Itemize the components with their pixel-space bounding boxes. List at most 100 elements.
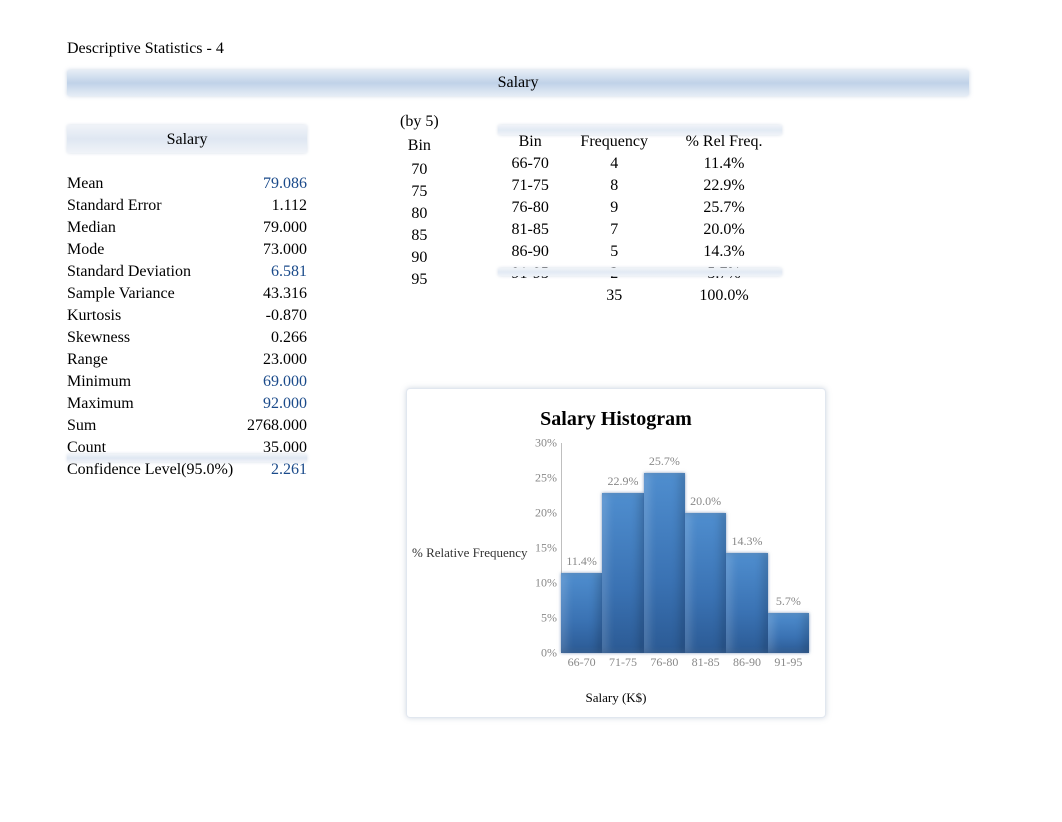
stats-label: Mean <box>67 173 243 195</box>
bin-list: (by 5) Bin 707580859095 <box>400 113 439 291</box>
histogram-bar <box>726 553 767 653</box>
stats-value: 23.000 <box>243 349 307 371</box>
stats-value: 1.112 <box>243 195 307 217</box>
section-header-salary: Salary <box>67 70 969 96</box>
x-tick-label: 86-90 <box>733 655 761 670</box>
bar-value-label: 25.7% <box>649 454 680 469</box>
histogram-bar <box>561 573 602 653</box>
stats-row: Sample Variance43.316 <box>67 283 307 305</box>
stats-value: 2768.000 <box>243 415 307 437</box>
histogram-bar <box>644 473 685 653</box>
stats-label: Standard Deviation <box>67 261 243 283</box>
stats-value: 6.581 <box>243 261 307 283</box>
stats-value: 79.000 <box>243 217 307 239</box>
freq-total-blank <box>498 285 562 307</box>
freq-bin: 76-80 <box>498 197 562 219</box>
stats-value: 69.000 <box>243 371 307 393</box>
stats-label: Minimum <box>67 371 243 393</box>
freq-count: 7 <box>562 219 666 241</box>
stats-row: Skewness0.266 <box>67 327 307 349</box>
stats-value: 2.261 <box>243 459 307 481</box>
y-tick-label: 10% <box>535 576 557 591</box>
freq-header-row: BinFrequency% Rel Freq. <box>498 131 782 153</box>
stats-row: Standard Deviation6.581 <box>67 261 307 283</box>
y-tick-label: 25% <box>535 471 557 486</box>
stats-value: 73.000 <box>243 239 307 261</box>
y-tick-label: 20% <box>535 506 557 521</box>
stats-value: 79.086 <box>243 173 307 195</box>
chart-title: Salary Histogram <box>406 408 826 431</box>
freq-bin: 81-85 <box>498 219 562 241</box>
stats-row: Median79.000 <box>67 217 307 239</box>
chart-ylabel: % Relative Frequency <box>412 545 528 561</box>
bin-value: 70 <box>400 159 439 181</box>
x-tick-label: 76-80 <box>650 655 678 670</box>
bin-value: 80 <box>400 203 439 225</box>
freq-rel: 22.9% <box>666 175 782 197</box>
stats-row: Minimum69.000 <box>67 371 307 393</box>
page-title: Descriptive Statistics - 4 <box>67 40 224 58</box>
x-tick-label: 91-95 <box>774 655 802 670</box>
x-tick-label: 71-75 <box>609 655 637 670</box>
stats-value: 92.000 <box>243 393 307 415</box>
y-tick-label: 5% <box>541 611 557 626</box>
stats-label: Confidence Level(95.0%) <box>67 459 243 481</box>
descriptive-stats-table: Mean79.086Standard Error1.112Median79.00… <box>67 173 307 481</box>
stats-value: 0.266 <box>243 327 307 349</box>
stats-value: 43.316 <box>243 283 307 305</box>
bar-value-label: 5.7% <box>776 594 801 609</box>
stats-label: Sample Variance <box>67 283 243 305</box>
stats-row: Sum2768.000 <box>67 415 307 437</box>
stats-bottom-divider <box>67 454 307 462</box>
stats-label: Maximum <box>67 393 243 415</box>
bin-note: (by 5) <box>400 113 439 135</box>
freq-rel: 14.3% <box>666 241 782 263</box>
bin-value: 85 <box>400 225 439 247</box>
stats-column-header: Salary <box>67 125 307 153</box>
x-tick-label: 66-70 <box>568 655 596 670</box>
stats-label: Median <box>67 217 243 239</box>
freq-row: 66-70411.4% <box>498 153 782 175</box>
freq-total-divider <box>498 268 782 276</box>
freq-total-row: 35100.0% <box>498 285 782 307</box>
freq-count: 9 <box>562 197 666 219</box>
freq-bin: 71-75 <box>498 175 562 197</box>
stats-label: Standard Error <box>67 195 243 217</box>
freq-row: 71-75822.9% <box>498 175 782 197</box>
freq-row: 86-90514.3% <box>498 241 782 263</box>
freq-bin: 86-90 <box>498 241 562 263</box>
freq-count: 4 <box>562 153 666 175</box>
stats-row: Range23.000 <box>67 349 307 371</box>
y-tick-label: 0% <box>541 646 557 661</box>
bin-value: 95 <box>400 269 439 291</box>
histogram-bar <box>768 613 809 653</box>
histogram-bar <box>685 513 726 653</box>
freq-bin: 66-70 <box>498 153 562 175</box>
histogram-bar <box>602 493 643 653</box>
stats-row: Kurtosis-0.870 <box>67 305 307 327</box>
stats-value: -0.870 <box>243 305 307 327</box>
stats-label: Sum <box>67 415 243 437</box>
stats-row: Mean79.086 <box>67 173 307 195</box>
bar-value-label: 22.9% <box>608 474 639 489</box>
bin-header: Bin <box>400 135 439 159</box>
bin-value: 75 <box>400 181 439 203</box>
stats-row: Confidence Level(95.0%)2.261 <box>67 459 307 481</box>
freq-rel: 25.7% <box>666 197 782 219</box>
histogram-card: Salary Histogram % Relative Frequency Sa… <box>406 388 826 718</box>
bar-value-label: 11.4% <box>566 554 597 569</box>
stats-label: Mode <box>67 239 243 261</box>
stats-label: Skewness <box>67 327 243 349</box>
bar-value-label: 20.0% <box>690 494 721 509</box>
freq-column-header: % Rel Freq. <box>666 131 782 153</box>
y-tick-label: 15% <box>535 541 557 556</box>
y-tick-label: 30% <box>535 436 557 451</box>
freq-count: 5 <box>562 241 666 263</box>
bar-value-label: 14.3% <box>732 534 763 549</box>
freq-total-rel: 100.0% <box>666 285 782 307</box>
chart-xlabel: Salary (K$) <box>406 690 826 706</box>
freq-rel: 20.0% <box>666 219 782 241</box>
freq-row: 76-80925.7% <box>498 197 782 219</box>
stats-row: Mode73.000 <box>67 239 307 261</box>
stats-label: Range <box>67 349 243 371</box>
